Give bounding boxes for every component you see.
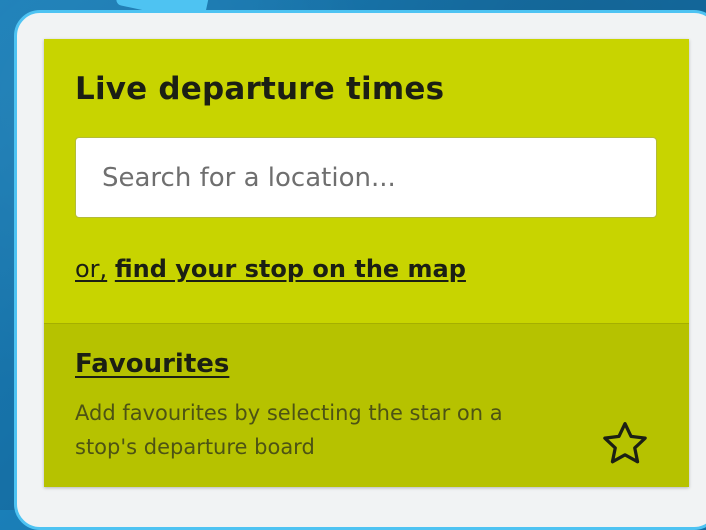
location-search-box[interactable] bbox=[75, 137, 657, 218]
star-icon bbox=[603, 422, 647, 464]
find-stop-on-map-link[interactable]: find your stop on the map bbox=[115, 255, 466, 283]
favourites-link[interactable]: Favourites bbox=[75, 349, 229, 379]
or-text: or, bbox=[75, 255, 108, 283]
live-departures-title: Live departure times bbox=[75, 71, 445, 107]
favourites-section: Favourites Add favourites by selecting t… bbox=[44, 323, 689, 487]
find-stop-line: or, find your stop on the map bbox=[75, 255, 466, 283]
location-search-input[interactable] bbox=[76, 138, 656, 217]
departures-card: Live departure times or, find your stop … bbox=[44, 39, 689, 487]
favourites-star-button[interactable] bbox=[596, 416, 654, 472]
favourites-description: Add favourites by selecting the star on … bbox=[75, 401, 503, 459]
live-departures-section: Live departure times or, find your stop … bbox=[44, 39, 689, 323]
